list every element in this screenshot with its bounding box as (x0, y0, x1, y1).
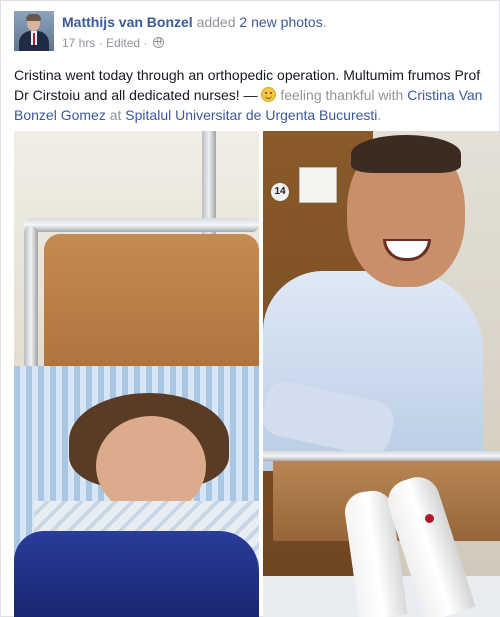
author-avatar[interactable] (14, 11, 54, 51)
place-link[interactable]: Spitalul Universitar de Urgenta Bucurest… (125, 107, 377, 123)
action-prefix: added (196, 14, 236, 30)
post-timestamp[interactable]: 17 hrs (62, 36, 95, 50)
feeling-text: feeling thankful (280, 87, 375, 103)
action-suffix: . (322, 14, 327, 30)
photo-blood-spot (425, 514, 434, 523)
text-end: . (377, 107, 382, 123)
globe-icon[interactable] (152, 37, 164, 49)
meta-separator: · (143, 35, 148, 50)
post-text: Cristina went today through an orthopedi… (14, 65, 492, 125)
edited-label[interactable]: Edited (106, 36, 140, 50)
photo-bed-rail (24, 218, 259, 232)
meta-separator: · (98, 35, 103, 50)
avatar-hair (26, 14, 41, 21)
author-name-link[interactable]: Matthijs van Bonzel (62, 14, 193, 30)
room-number-sign: 14 (271, 183, 289, 201)
at-word: at (109, 107, 122, 123)
photo-doctor-hair (351, 135, 461, 173)
post-header: Matthijs van Bonzel added 2 new photos. (62, 14, 327, 30)
photo-notice-paper (299, 167, 337, 203)
photo-blue-blanket (14, 531, 259, 617)
photo-bed-rail-side (24, 226, 38, 376)
facebook-post: Matthijs van Bonzel added 2 new photos. … (0, 0, 500, 617)
photo-bed-rail (263, 451, 500, 461)
photo-patient-in-bed[interactable] (14, 131, 259, 617)
photo-doctor-smiling[interactable]: 14 (263, 131, 500, 617)
avatar-tie (33, 33, 35, 45)
new-photos-link[interactable]: 2 new photos (239, 14, 322, 30)
with-word: with (378, 87, 404, 103)
smiley-icon (261, 87, 277, 102)
post-meta: 17 hrs · Edited · (62, 35, 164, 50)
post-action: added 2 new photos. (197, 14, 327, 30)
